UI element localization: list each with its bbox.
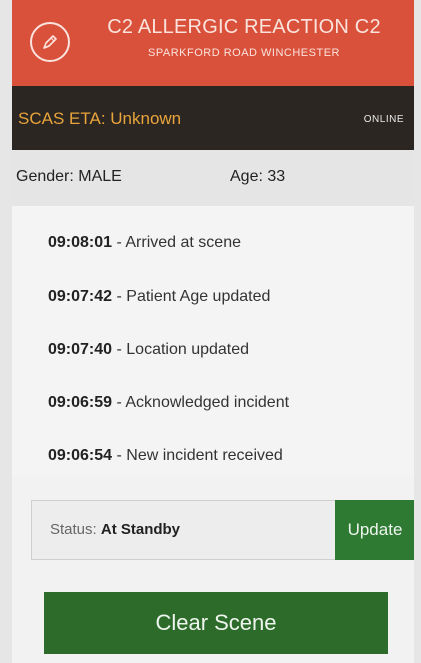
incident-header: C2 ALLERGIC REACTION C2 SPARKFORD ROAD W… (12, 0, 414, 86)
log-item: 09:07:40 - Location updated (48, 341, 249, 359)
log-item: 09:06:54 - New incident received (48, 447, 283, 465)
patient-gender: Gender: MALE (16, 168, 122, 185)
connection-status: ONLINE (363, 114, 404, 125)
log-time: 09:07:42 (48, 288, 113, 305)
log-item: 09:06:59 - Acknowledged incident (48, 394, 289, 412)
patient-age: Age: 33 (230, 168, 286, 185)
incident-log: 09:08:01 - Arrived at scene 09:07:42 - P… (12, 206, 414, 476)
incident-title: C2 ALLERGIC REACTION C2 (107, 16, 381, 38)
log-time: 09:06:54 (48, 447, 113, 464)
app-screen: C2 ALLERGIC REACTION C2 SPARKFORD ROAD W… (12, 0, 414, 663)
log-text: - Arrived at scene (112, 234, 241, 251)
pen-glyph (43, 35, 57, 49)
update-status-button[interactable]: Update (335, 500, 414, 560)
status-label: Status: (50, 521, 101, 538)
status-value: At Standby (100, 521, 181, 538)
log-item: 09:08:01 - Arrived at scene (48, 234, 241, 252)
log-time: 09:08:01 (48, 234, 113, 251)
device-frame: C2 ALLERGIC REACTION C2 SPARKFORD ROAD W… (0, 0, 421, 663)
incident-location: SPARKFORD ROAD WINCHESTER (148, 47, 340, 59)
clear-scene-button[interactable]: Clear Scene (44, 592, 388, 654)
log-text: - Location updated (112, 341, 250, 358)
log-text: - New incident received (112, 447, 283, 464)
log-text: - Acknowledged incident (112, 394, 290, 411)
log-item: 09:07:42 - Patient Age updated (48, 288, 270, 306)
log-time: 09:07:40 (48, 341, 113, 358)
log-text: - Patient Age updated (112, 288, 271, 305)
patient-info-bar: Gender: MALE Age: 33 (12, 150, 414, 207)
eta-bar: SCAS ETA: Unknown ONLINE (12, 86, 414, 150)
log-time: 09:06:59 (48, 394, 113, 411)
pen-in-circle-icon[interactable] (30, 22, 70, 62)
eta-label: SCAS ETA: Unknown (18, 109, 182, 128)
status-panel: Status: At Standby Update (31, 500, 414, 560)
status-text: Status: At Standby (50, 521, 180, 538)
